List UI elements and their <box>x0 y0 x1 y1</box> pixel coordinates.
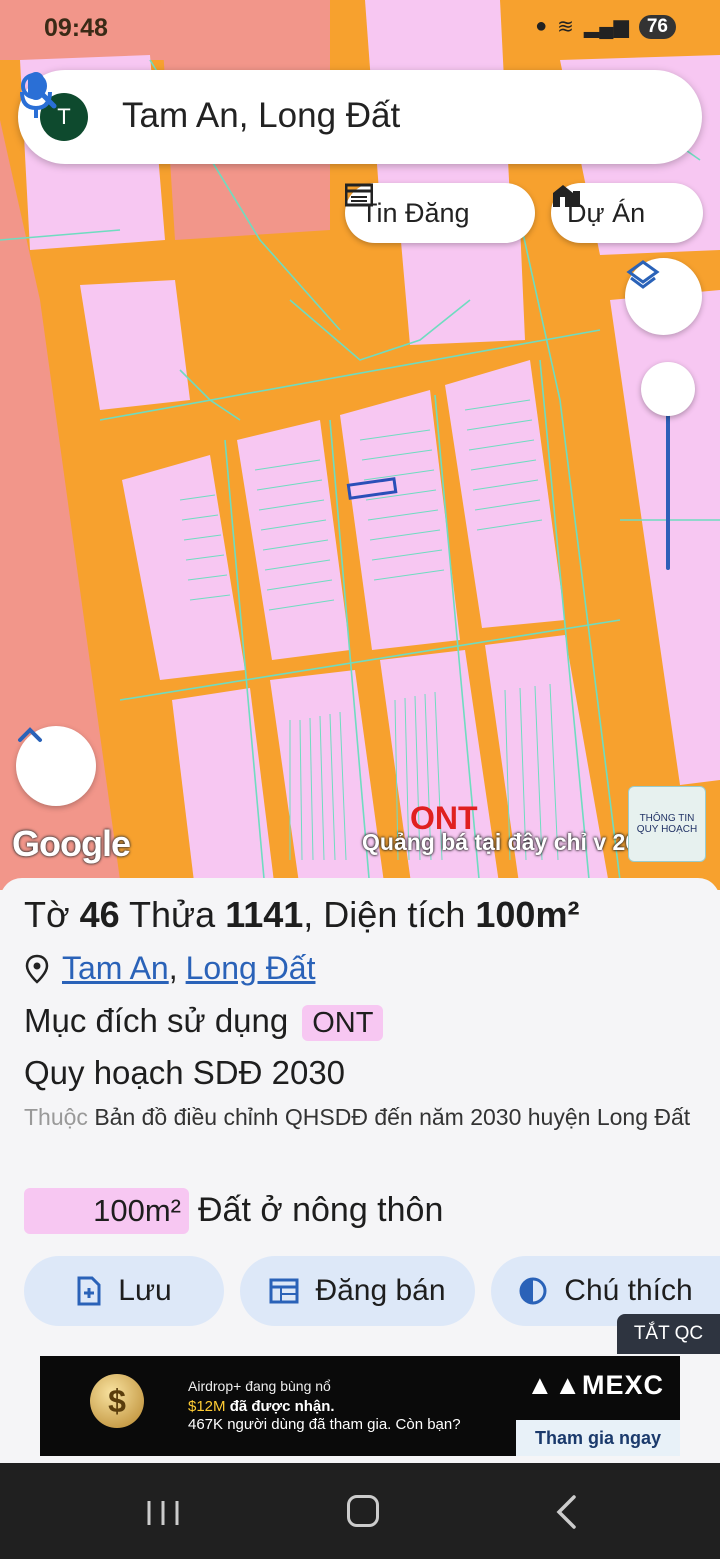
status-time: 09:48 <box>44 14 108 42</box>
title-suffix: , Diện tích <box>303 894 466 935</box>
plot-number: 1141 <box>225 894 304 935</box>
location-pin-icon <box>25 954 49 984</box>
contrast-icon <box>519 1277 547 1305</box>
desc-text: Bản đồ điều chỉnh QHSDĐ đến năm 2030 huy… <box>94 1104 691 1130</box>
close-ad-button[interactable]: TẮT QC <box>617 1314 720 1354</box>
system-nav-bar <box>0 1463 720 1559</box>
zoom-slider-handle[interactable] <box>641 362 695 416</box>
plan-description: Thuộc Bản đồ điều chỉnh QHSDĐ đến năm 20… <box>24 1100 704 1134</box>
listings-label: Tin Đăng <box>361 197 470 228</box>
back-icon[interactable] <box>552 1494 582 1530</box>
layers-icon <box>626 260 660 289</box>
listing-table-icon <box>269 1278 299 1304</box>
ad-banner[interactable]: $ Airdrop+ đang bùng nổ $12M đã được nhậ… <box>40 1356 680 1456</box>
chevron-up-icon <box>18 727 42 742</box>
google-logo: Google <box>12 823 131 864</box>
ad-cta-button[interactable]: Tham gia ngay <box>516 1420 680 1456</box>
ad-amount: $12M <box>188 1398 226 1415</box>
location-separator: , <box>168 950 178 986</box>
listings-icon <box>345 183 373 207</box>
add-file-icon <box>77 1276 101 1306</box>
ad-brand-logo: ▲▲MEXC <box>526 1370 664 1400</box>
parcel-title: Tờ 46 Thửa 1141, Diện tích 100m² <box>24 894 579 936</box>
recent-apps-icon[interactable] <box>145 1499 181 1527</box>
purpose-row: Mục đích sử dụng ONT <box>24 1002 384 1041</box>
planning-info-badge[interactable]: THÔNG TIN QUY HOẠCH <box>628 786 706 862</box>
ad-line-3: 467K người dùng đã tham gia. Còn bạn? <box>188 1416 461 1433</box>
home-icon[interactable] <box>347 1495 379 1527</box>
location-status-icon: ● <box>535 15 548 37</box>
save-label: Lưu <box>118 1274 172 1307</box>
microphone-icon[interactable] <box>18 70 54 120</box>
status-bar: 09:48 ● ≋ ▂▄▆ 76 <box>0 0 720 58</box>
zoom-slider-track[interactable] <box>666 395 670 570</box>
post-sale-button[interactable]: Đăng bán <box>240 1256 475 1326</box>
title-prefix: Tờ <box>24 894 70 935</box>
ad-brand: MEXC <box>581 1370 664 1400</box>
signal-icon: ▂▄▆ <box>583 16 629 38</box>
wifi-icon: ≋ <box>557 16 574 38</box>
battery-indicator: 76 <box>638 14 676 39</box>
purpose-label: Mục đích sử dụng <box>24 1002 289 1039</box>
purpose-code-badge: ONT <box>302 1005 384 1041</box>
post-sale-label: Đăng bán <box>315 1274 446 1307</box>
legend-area-swatch: 100m² <box>24 1188 189 1234</box>
expand-up-button[interactable] <box>16 726 96 806</box>
legend-label: Chú thích <box>564 1274 693 1307</box>
promo-overlay-text[interactable]: Quảng bá tại đây chỉ v 2030 <box>362 829 664 856</box>
building-icon <box>553 185 580 207</box>
search-bar[interactable]: T Tam An, Long Đất <box>18 70 702 164</box>
ad-line-2: $12M đã được nhận. <box>188 1398 335 1415</box>
ad-line-1: Airdrop+ đang bùng nổ <box>188 1378 331 1394</box>
commune-link[interactable]: Tam An <box>62 950 169 987</box>
ad-line-2-rest: đã được nhận. <box>229 1398 335 1415</box>
listings-chip[interactable]: Tin Đăng <box>345 183 535 243</box>
map-view[interactable]: 09:48 ● ≋ ▂▄▆ 76 T Tam An, Long Đất Tin … <box>0 0 720 890</box>
legend-area-label: Đất ở nông thôn <box>198 1191 444 1229</box>
sheet-number: 46 <box>79 894 120 935</box>
planning-info-line2: QUY HOẠCH <box>636 824 698 835</box>
save-button[interactable]: Lưu <box>24 1256 224 1326</box>
search-input[interactable]: Tam An, Long Đất <box>122 96 400 136</box>
plan-title: Quy hoạch SDĐ 2030 <box>24 1054 346 1091</box>
planning-info-line1: THÔNG TIN <box>639 813 695 824</box>
projects-chip[interactable]: Dự Án <box>551 183 703 243</box>
desc-prefix: Thuộc <box>24 1104 88 1130</box>
layers-button[interactable] <box>625 258 702 335</box>
parcel-area: 100m² <box>475 894 580 935</box>
district-link[interactable]: Long Đất <box>186 950 316 987</box>
parcel-location: Tam An, Long Đất <box>24 950 315 987</box>
coin-icon: $ <box>90 1374 144 1428</box>
title-mid: Thửa <box>129 894 216 935</box>
